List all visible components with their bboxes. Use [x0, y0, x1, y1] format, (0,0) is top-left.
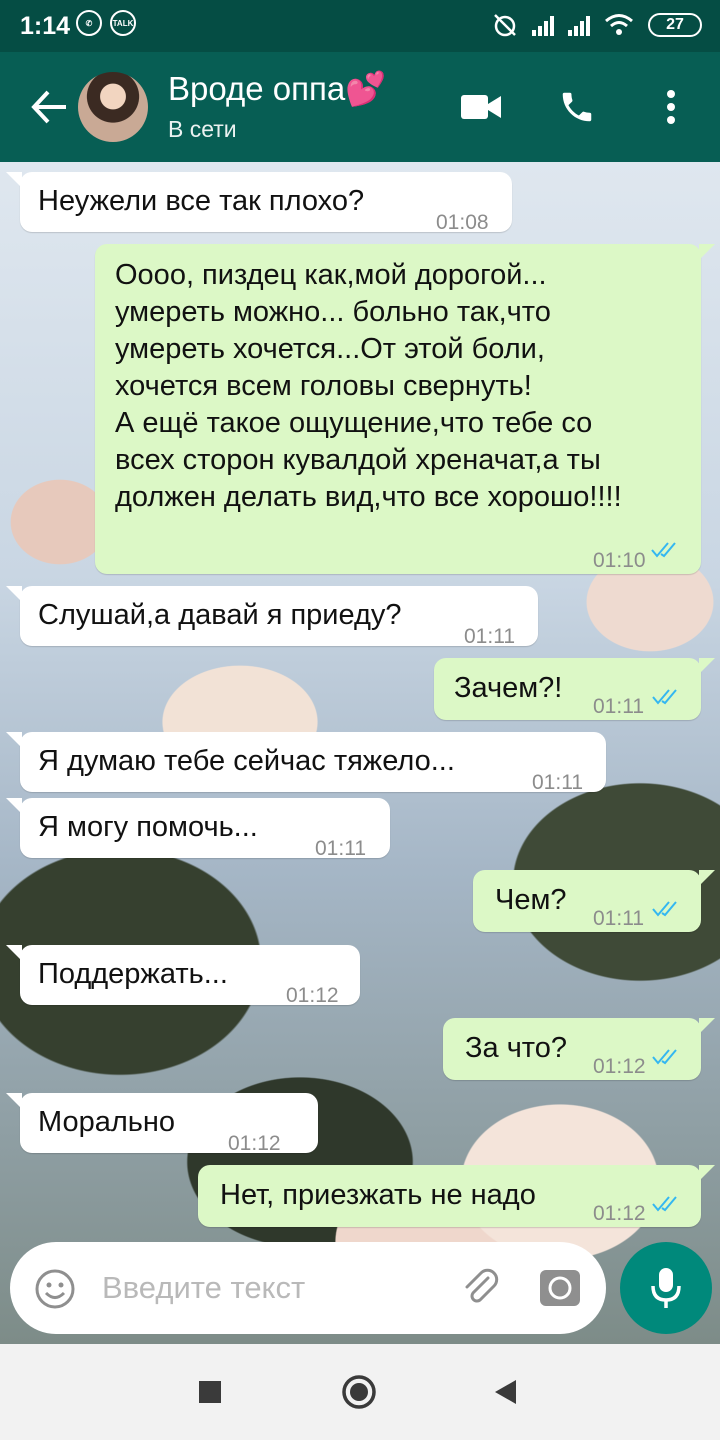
chat-area[interactable]: Неужели все так плохо? 01:08 Оооо, пизде…: [0, 162, 720, 1344]
contact-status: В сети: [168, 116, 237, 142]
recents-square-icon[interactable]: [198, 1380, 222, 1404]
back-triangle-icon[interactable]: [492, 1378, 518, 1406]
message-input-box[interactable]: Введите текст: [10, 1242, 606, 1334]
message-text: Слушай,а давай я приеду?: [38, 599, 402, 631]
voice-call-button[interactable]: [552, 82, 602, 132]
message-bubble[interactable]: Слушай,а давай я приеду? 01:11: [6, 586, 538, 648]
more-vert-icon: [667, 90, 675, 124]
message-time: 01:11: [315, 837, 366, 860]
message-time: 01:12: [593, 1202, 646, 1225]
avatar[interactable]: [78, 72, 148, 142]
message-bubble[interactable]: Неужели все так плохо? 01:08: [6, 172, 512, 234]
battery-icon: 27: [648, 13, 702, 37]
message-text: За что?: [465, 1032, 568, 1064]
status-time: 1:14: [20, 12, 71, 40]
message-bubble[interactable]: Нет, приезжать не надо 01:12: [198, 1165, 715, 1227]
mic-icon: [651, 1268, 681, 1308]
message-text: Поддержать...: [38, 958, 228, 990]
camera-icon[interactable]: [538, 1266, 582, 1310]
whatsapp-notification-icon: ✆: [76, 10, 102, 36]
video-call-button[interactable]: [456, 82, 506, 132]
chat-header: Вроде оппа💕 В сети: [0, 52, 720, 162]
emoji-icon[interactable]: [34, 1268, 76, 1310]
message-time: 01:12: [593, 1055, 646, 1078]
message-time: 01:12: [286, 984, 339, 1007]
alarm-off-icon: [494, 14, 516, 37]
message-time: 01:11: [593, 695, 644, 718]
signal-2-icon: [568, 14, 590, 36]
message-bubble[interactable]: Поддержать... 01:12: [6, 945, 360, 1007]
message-text: Зачем?!: [454, 672, 563, 704]
voice-message-button[interactable]: [620, 1242, 712, 1334]
message-text: Чем?: [495, 884, 567, 916]
message-time: 01:11: [464, 625, 515, 648]
message-text: Морально: [38, 1106, 176, 1138]
message-time: 01:11: [532, 771, 583, 794]
message-text: Неужели все так плохо?: [38, 185, 365, 217]
message-time: 01:12: [228, 1132, 281, 1155]
message-text: Нет, приезжать не надо: [220, 1179, 536, 1211]
message-bubble[interactable]: Я могу помочь... 01:11: [6, 798, 390, 860]
message-text: Я думаю тебе сейчас тяжело...: [38, 745, 455, 777]
message-text: Я могу помочь...: [38, 811, 258, 843]
message-bubble[interactable]: Оооо, пиздец как,мой дорогой... умереть …: [95, 244, 715, 574]
message-bubble[interactable]: Я думаю тебе сейчас тяжело... 01:11: [6, 732, 606, 794]
message-time: 01:11: [593, 907, 644, 930]
message-time: 01:10: [593, 549, 646, 572]
message-bubble[interactable]: Чем? 01:11: [473, 870, 715, 932]
signal-1-icon: [532, 14, 554, 36]
video-call-icon: [461, 95, 501, 119]
read-ticks-icon: [651, 542, 676, 558]
message-text: Оооо, пиздец как,мой дорогой... умереть …: [115, 259, 622, 513]
status-bar: 1:14 ✆ TALK 27: [0, 0, 720, 52]
more-options-button[interactable]: [646, 82, 696, 132]
read-ticks-icon: [652, 901, 677, 917]
system-nav-bar: [0, 1344, 720, 1440]
attach-icon[interactable]: [458, 1266, 502, 1310]
contact-name[interactable]: Вроде оппа💕: [168, 70, 386, 109]
wifi-icon: [605, 14, 633, 35]
back-arrow-icon[interactable]: [28, 86, 70, 128]
message-bubble[interactable]: Зачем?! 01:11: [434, 658, 715, 720]
message-input[interactable]: Введите текст: [102, 1270, 305, 1306]
read-ticks-icon: [652, 689, 677, 705]
phone-icon: [562, 92, 592, 122]
message-time: 01:08: [436, 211, 489, 234]
home-circle-icon[interactable]: [341, 1374, 377, 1410]
read-ticks-icon: [652, 1196, 677, 1212]
read-ticks-icon: [652, 1049, 677, 1065]
kakaotalk-notification-icon: TALK: [110, 10, 136, 36]
message-bubble[interactable]: За что? 01:12: [443, 1018, 715, 1080]
message-bubble[interactable]: Морально 01:12: [6, 1093, 318, 1155]
